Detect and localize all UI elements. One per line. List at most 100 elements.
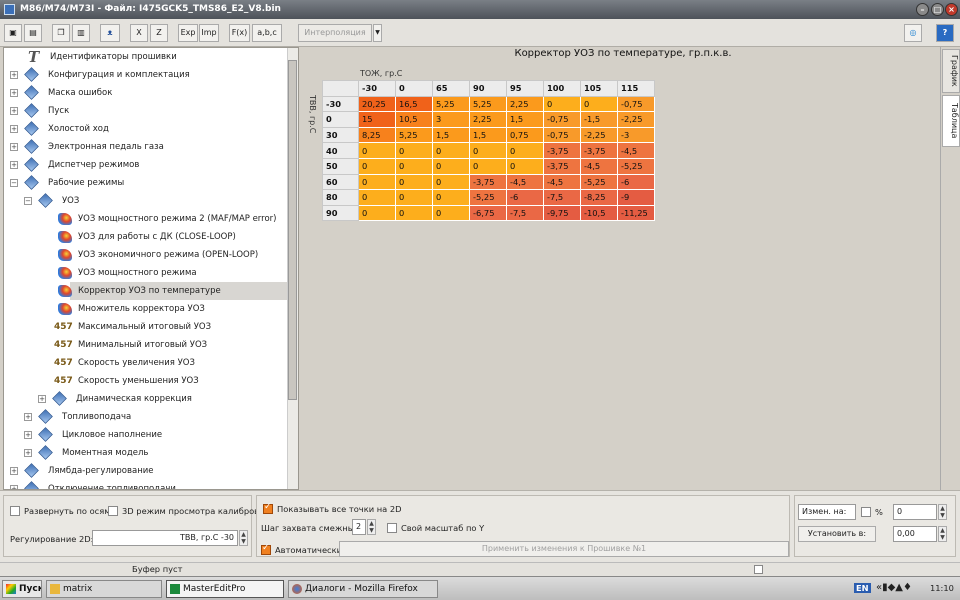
table-cell[interactable]: 3 — [432, 111, 470, 128]
table-cell[interactable]: 0 — [432, 204, 470, 222]
refresh-icon[interactable]: ◎ — [904, 24, 922, 42]
x-axis-button[interactable]: X — [130, 24, 148, 42]
table-cell[interactable]: 20,25 — [358, 95, 396, 113]
tree-item[interactable]: Множитель корректора УОЗ — [4, 300, 296, 318]
tree-item[interactable]: УОЗ экономичного режима (OPEN-LOOP) — [4, 246, 296, 264]
open-folder-icon[interactable]: ▤ — [24, 24, 42, 42]
tree-item[interactable]: УОЗ для работы с ДК (CLOSE-LOOP) — [4, 228, 296, 246]
table-cell[interactable]: -3,75 — [543, 142, 581, 159]
reg2d-spin[interactable]: ▲ ▼ — [239, 530, 248, 546]
column-header[interactable]: 115 — [617, 80, 655, 97]
task-mastereditpro[interactable]: MasterEditPro — [166, 580, 284, 598]
table-cell[interactable]: 0 — [432, 157, 470, 175]
row-header[interactable]: 60 — [322, 173, 359, 191]
column-header[interactable]: 0 — [395, 80, 433, 97]
change-value-spin[interactable]: ▲ ▼ — [938, 504, 947, 520]
table-cell[interactable]: 0 — [432, 189, 470, 206]
percent-checkbox[interactable] — [861, 507, 871, 517]
expand-icon[interactable]: + — [10, 89, 18, 97]
table-cell[interactable]: -3 — [617, 126, 655, 144]
table-cell[interactable]: 8,25 — [358, 126, 396, 144]
table-cell[interactable]: -0,75 — [543, 126, 581, 144]
expand-icon[interactable]: + — [38, 395, 46, 403]
table-cell[interactable]: 0 — [469, 142, 507, 159]
save-icon[interactable]: ▣ — [4, 24, 22, 42]
tree-scrollbar-thumb[interactable] — [288, 60, 297, 400]
table-cell[interactable]: -6 — [506, 189, 544, 206]
table-cell[interactable]: -10,5 — [580, 204, 618, 222]
table-cell[interactable]: -6 — [617, 173, 655, 191]
step-spin[interactable]: ▲ ▼ — [367, 519, 376, 535]
table-cell[interactable]: 0 — [358, 173, 396, 191]
maximize-button[interactable]: □ — [931, 3, 944, 16]
tree-item[interactable]: + Электронная педаль газа — [4, 138, 296, 156]
table-cell[interactable]: -9,75 — [543, 204, 581, 222]
collapse-icon[interactable]: − — [10, 179, 18, 187]
table-cell[interactable]: 0 — [506, 157, 544, 175]
table-cell[interactable]: -2,25 — [580, 126, 618, 144]
table-cell[interactable]: -5,25 — [580, 173, 618, 191]
paste-icon[interactable]: ▥ — [72, 24, 90, 42]
tree-item[interactable]: + Маска ошибок — [4, 84, 296, 102]
expand-icon[interactable]: + — [10, 125, 18, 133]
column-header[interactable]: 100 — [543, 80, 581, 97]
column-header[interactable]: 95 — [506, 80, 544, 97]
set-value-spin[interactable]: ▲ ▼ — [938, 526, 947, 542]
tree-item[interactable]: Корректор УОЗ по температуре — [58, 282, 296, 300]
row-header[interactable]: 0 — [322, 111, 359, 128]
tree-item[interactable]: − УОЗ — [4, 192, 296, 210]
expand-icon[interactable]: + — [10, 161, 18, 169]
auto-checkbox[interactable] — [261, 543, 271, 555]
reg2d-select[interactable]: ТВВ, гр.С -30 — [92, 530, 238, 546]
tree-item[interactable]: + Топливоподача — [4, 408, 296, 426]
export-button[interactable]: Exp — [178, 24, 198, 42]
row-header[interactable]: 50 — [322, 157, 359, 175]
row-header[interactable]: 80 — [322, 189, 359, 206]
expand-icon[interactable]: + — [24, 449, 32, 457]
table-cell[interactable]: 0 — [358, 142, 396, 159]
table-cell[interactable]: -5,25 — [469, 189, 507, 206]
import-button[interactable]: Imp — [199, 24, 219, 42]
collapse-icon[interactable]: − — [24, 197, 32, 205]
table-cell[interactable]: -3,75 — [469, 173, 507, 191]
column-header[interactable]: -30 — [358, 80, 396, 97]
table-cell[interactable]: 2,25 — [469, 111, 507, 128]
table-cell[interactable]: 0 — [469, 157, 507, 175]
tree-item[interactable]: − Рабочие режимы — [4, 174, 296, 192]
table-cell[interactable]: -4,5 — [580, 157, 618, 175]
tree-item[interactable]: 457 Скорость уменьшения УОЗ — [4, 372, 296, 390]
tree-item[interactable]: + Моментная модель — [4, 444, 296, 462]
table-cell[interactable]: 16,5 — [395, 95, 433, 113]
table-cell[interactable]: -11,25 — [617, 204, 655, 222]
table-cell[interactable]: -5,25 — [617, 157, 655, 175]
set-to-button[interactable]: Установить в: — [798, 526, 876, 542]
expand-axes-checkbox[interactable] — [10, 506, 20, 516]
close-button[interactable]: × — [945, 3, 958, 16]
start-button[interactable]: Пуск — [2, 580, 42, 598]
table-cell[interactable]: 0 — [358, 189, 396, 206]
step-input[interactable]: 2 — [352, 519, 366, 535]
table-cell[interactable]: 0 — [432, 173, 470, 191]
tab-graph[interactable]: График — [942, 49, 960, 93]
table-cell[interactable]: 15 — [358, 111, 396, 128]
tree-item[interactable]: + Отключение топливоподачи — [4, 480, 296, 489]
table-cell[interactable]: 1,5 — [506, 111, 544, 128]
table-cell[interactable]: -7,5 — [506, 204, 544, 222]
copy-icon[interactable]: ❐ — [52, 24, 70, 42]
table-cell[interactable]: -3,75 — [543, 157, 581, 175]
tree-item[interactable]: 457 Скорость увеличения УОЗ — [4, 354, 296, 372]
help-icon[interactable]: ? — [936, 24, 954, 42]
expand-icon[interactable]: + — [10, 143, 18, 151]
splitter-handle[interactable] — [299, 47, 306, 490]
tree-item[interactable]: УОЗ мощностного режима 2 (MAF/MAP error) — [4, 210, 296, 228]
task-firefox[interactable]: Диалоги - Mozilla Firefox — [288, 580, 438, 598]
z-axis-button[interactable]: Z — [150, 24, 168, 42]
table-cell[interactable]: 0 — [395, 157, 433, 175]
table-cell[interactable]: -0,75 — [543, 111, 581, 128]
row-header[interactable]: 30 — [322, 126, 359, 144]
row-header[interactable]: -30 — [322, 95, 359, 113]
change-mode-select[interactable]: Измен. на: — [798, 504, 856, 520]
table-cell[interactable]: -9 — [617, 189, 655, 206]
table-cell[interactable]: 0,75 — [506, 126, 544, 144]
table-cell[interactable]: -0,75 — [617, 95, 655, 113]
